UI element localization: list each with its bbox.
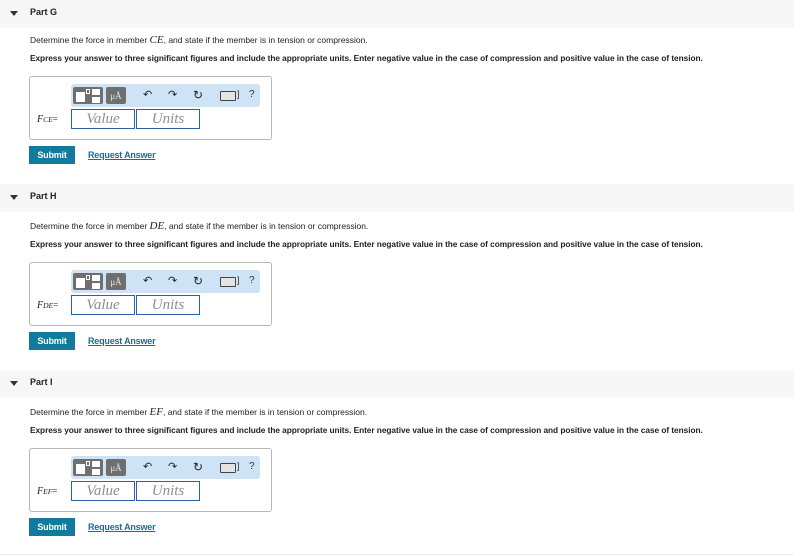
equals-sign: = [52, 486, 58, 496]
instructions-text: Express your answer to three significant… [30, 425, 703, 435]
help-icon[interactable]: ? [249, 88, 255, 102]
submit-button[interactable]: Submit [29, 146, 75, 164]
question-prefix: Determine the force in member [30, 407, 150, 417]
variable-label: FDE= [37, 300, 58, 311]
value-input[interactable]: Value [71, 295, 135, 315]
question-text: Determine the force in member DE, and st… [30, 220, 368, 232]
redo-icon[interactable]: ↷ [168, 274, 177, 288]
question-suffix: , and state if the member is in tension … [164, 221, 369, 231]
templates-button[interactable] [73, 87, 103, 104]
member-name: DE [149, 220, 165, 232]
instructions-text: Express your answer to three significant… [30, 53, 703, 63]
part-title: Part H [30, 191, 57, 201]
units-button[interactable]: μÅ [106, 87, 126, 104]
units-button[interactable]: μÅ [106, 273, 126, 290]
keyboard-icon[interactable] [220, 463, 236, 473]
var-subscript: CE [43, 115, 53, 124]
help-icon[interactable]: ? [249, 460, 255, 474]
undo-icon[interactable]: ↶ [143, 274, 152, 288]
variable-label: FEF= [37, 486, 57, 497]
keyboard-icon[interactable] [220, 91, 236, 101]
bottom-divider [0, 554, 794, 555]
reset-icon[interactable]: ↻ [193, 460, 203, 474]
collapse-triangle-icon[interactable] [10, 195, 18, 200]
units-input[interactable]: Units [136, 295, 200, 315]
redo-icon[interactable]: ↷ [168, 460, 177, 474]
variable-label: FCE= [37, 114, 58, 125]
reset-icon[interactable]: ↻ [193, 88, 203, 102]
question-text: Determine the force in member CE, and st… [30, 34, 368, 46]
templates-button[interactable] [73, 459, 103, 476]
math-toolbar: μÅ ↶ ↷ ↻ ] ? [71, 270, 260, 293]
instructions-text: Express your answer to three significant… [30, 239, 703, 249]
question-prefix: Determine the force in member [30, 35, 150, 45]
templates-button[interactable] [73, 273, 103, 290]
part-h-header[interactable]: Part H [0, 184, 794, 212]
part-title: Part G [30, 7, 58, 17]
submit-button[interactable]: Submit [29, 332, 75, 350]
reset-icon[interactable]: ↻ [193, 274, 203, 288]
answer-box: μÅ ↶ ↷ ↻ ] ? FCE= Value Units [29, 76, 272, 140]
help-icon[interactable]: ? [249, 274, 255, 288]
question-prefix: Determine the force in member [30, 221, 150, 231]
var-subscript: EF [43, 487, 53, 496]
request-answer-link[interactable]: Request Answer [88, 336, 156, 346]
units-button[interactable]: μÅ [106, 459, 126, 476]
request-answer-link[interactable]: Request Answer [88, 150, 156, 160]
var-subscript: DE [43, 301, 54, 310]
answer-box: μÅ ↶ ↷ ↻ ] ? FEF= Value Units [29, 448, 272, 512]
math-toolbar: μÅ ↶ ↷ ↻ ] ? [71, 84, 260, 107]
keyboard-icon[interactable] [220, 277, 236, 287]
redo-icon[interactable]: ↷ [168, 88, 177, 102]
question-suffix: , and state if the member is in tension … [162, 407, 368, 417]
value-input[interactable]: Value [71, 481, 135, 501]
collapse-triangle-icon[interactable] [10, 381, 18, 386]
units-input[interactable]: Units [136, 109, 200, 129]
request-answer-link[interactable]: Request Answer [88, 522, 156, 532]
collapse-triangle-icon[interactable] [10, 11, 18, 16]
keyboard-shortcut-bracket: ] [237, 275, 240, 285]
question-text: Determine the force in member EF, and st… [30, 406, 367, 418]
part-title: Part I [30, 377, 53, 387]
undo-icon[interactable]: ↶ [143, 88, 152, 102]
member-name: EF [149, 406, 163, 418]
keyboard-shortcut-bracket: ] [237, 89, 240, 99]
submit-button[interactable]: Submit [29, 518, 75, 536]
undo-icon[interactable]: ↶ [143, 460, 152, 474]
question-suffix: , and state if the member is in tension … [163, 35, 368, 45]
part-i-header[interactable]: Part I [0, 370, 794, 398]
keyboard-shortcut-bracket: ] [237, 461, 240, 471]
equals-sign: = [52, 114, 58, 124]
part-g-header[interactable]: Part G [0, 0, 794, 28]
member-name: CE [149, 34, 164, 46]
equals-sign: = [53, 300, 59, 310]
value-input[interactable]: Value [71, 109, 135, 129]
units-input[interactable]: Units [136, 481, 200, 501]
math-toolbar: μÅ ↶ ↷ ↻ ] ? [71, 456, 260, 479]
answer-box: μÅ ↶ ↷ ↻ ] ? FDE= Value Units [29, 262, 272, 326]
